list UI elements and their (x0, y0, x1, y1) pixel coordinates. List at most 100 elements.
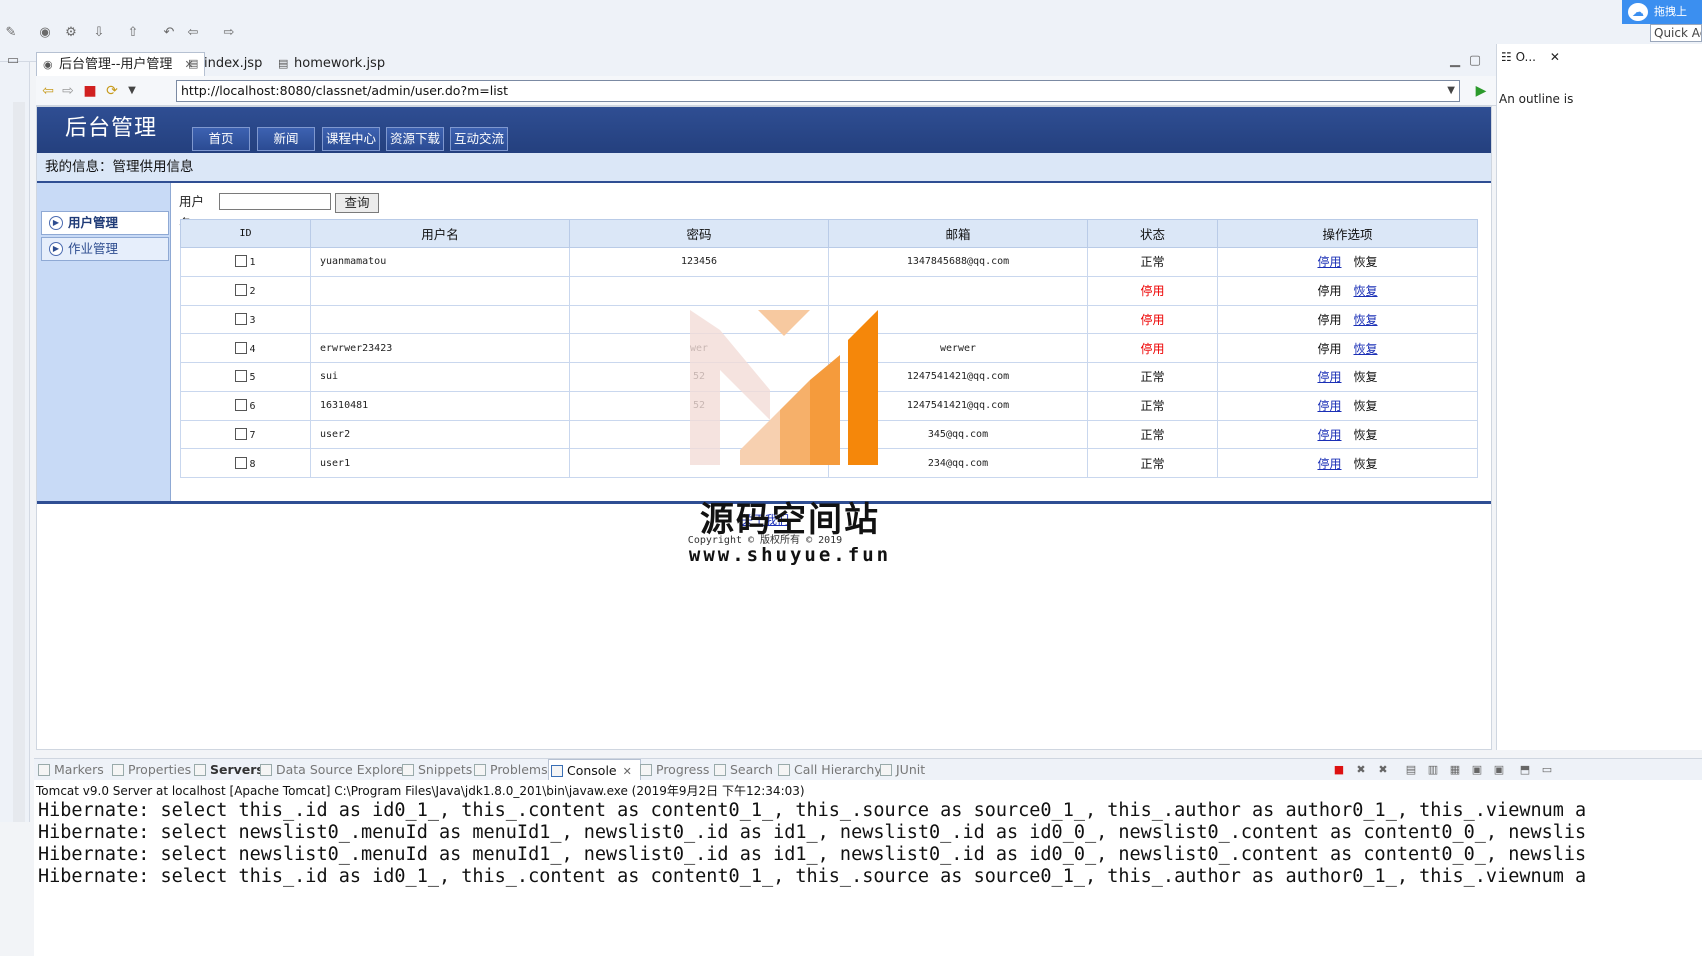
status-badge: 正常 (1140, 255, 1165, 270)
show-on-error-icon[interactable]: ▣ (1492, 763, 1506, 777)
cell-username: sui (310, 362, 570, 392)
cell-username: user2 (310, 419, 570, 450)
outline-tab[interactable]: ☷ O... ✕ (1501, 50, 1560, 64)
remove-launch-icon[interactable]: ✖ (1354, 763, 1368, 777)
prev-annotation-icon[interactable]: ⇧ (124, 24, 142, 42)
watermark-logo-icon (690, 310, 878, 465)
tab-index-jsp[interactable]: ▤ index.jsp (182, 52, 272, 76)
tab-servers[interactable]: Servers (192, 759, 264, 781)
outline-panel: ☷ O... ✕ An outline is (1496, 44, 1702, 750)
col-actions: 操作选项 (1217, 219, 1478, 248)
row-checkbox[interactable] (235, 255, 248, 268)
nav-home[interactable]: 首页 (192, 127, 250, 151)
row-checkbox[interactable] (235, 312, 248, 325)
tab-problems[interactable]: Problems (472, 759, 548, 781)
cell-id: 7 (249, 429, 256, 441)
row-checkbox[interactable] (235, 284, 248, 297)
go-icon[interactable]: ▶ (1472, 82, 1490, 100)
restore-link[interactable]: 恢复 (1354, 313, 1378, 327)
console-log-line: Hibernate: select newslist0_.menuId as m… (38, 844, 1587, 865)
close-icon[interactable]: ✕ (1550, 50, 1560, 64)
chevron-down-icon[interactable]: ▼ (1447, 81, 1455, 101)
watermark-url: www.shuyue.fun (688, 544, 892, 566)
row-checkbox[interactable] (235, 427, 248, 440)
row-checkbox[interactable] (235, 370, 248, 383)
row-checkbox[interactable] (235, 456, 248, 469)
debug-icon[interactable]: ✎ (2, 24, 20, 42)
nav-downloads[interactable]: 资源下载 (386, 127, 444, 151)
close-icon[interactable]: ✕ (623, 765, 632, 778)
disable-link[interactable]: 停用 (1317, 457, 1341, 471)
disable-link[interactable]: 停用 (1317, 428, 1341, 442)
restore-text: 恢复 (1353, 370, 1378, 385)
nav-interaction[interactable]: 互动交流 (450, 127, 508, 151)
row-checkbox[interactable] (235, 399, 248, 412)
tab-junit[interactable]: JUnit (878, 759, 925, 781)
col-password: 密码 (569, 219, 829, 248)
restore-link[interactable]: 恢复 (1354, 284, 1378, 298)
left-trim-bar: ▭ (0, 53, 30, 822)
disable-link[interactable]: 停用 (1317, 399, 1341, 413)
back-icon[interactable]: ⇦ (184, 24, 202, 42)
terminate-icon[interactable]: ■ (1332, 763, 1346, 777)
cell-username (310, 275, 570, 306)
run-ant-icon[interactable]: ⚙ (62, 24, 80, 42)
show-on-output-icon[interactable]: ▣ (1470, 763, 1484, 777)
tab-call-hierarchy[interactable]: Call Hierarchy (776, 759, 882, 781)
tab-search[interactable]: Search (712, 759, 773, 781)
pin-console-icon[interactable]: ⬒ (1518, 763, 1532, 777)
username-search-input[interactable] (219, 193, 331, 210)
search-button[interactable]: 查询 (335, 193, 379, 213)
sidebar-item-users[interactable]: ▶ 用户管理 (41, 211, 169, 235)
disable-link[interactable]: 停用 (1317, 370, 1341, 384)
scroll-lock-icon[interactable]: ▥ (1426, 763, 1440, 777)
tab-markers[interactable]: Markers (36, 759, 104, 781)
remove-all-icon[interactable]: ✖ (1376, 763, 1390, 777)
forward-icon[interactable]: ⇨ (220, 24, 238, 42)
quick-access-input[interactable]: Quick Ac (1650, 24, 1702, 42)
tab-label: homework.jsp (294, 56, 386, 71)
row-checkbox[interactable] (235, 341, 248, 354)
tab-properties[interactable]: Properties (110, 759, 191, 781)
tab-data-source-explorer[interactable]: Data Source Explorer (258, 759, 409, 781)
cloud-upload-button[interactable]: ☁ 拖拽上 (1622, 0, 1702, 24)
restore-icon[interactable]: ▭ (4, 52, 22, 70)
tab-console[interactable]: Console ✕ (548, 759, 641, 781)
nav-courses[interactable]: 课程中心 (322, 127, 380, 151)
refresh-icon[interactable]: ⟳ (104, 83, 120, 99)
console-output[interactable]: Tomcat v9.0 Server at localhost [Apache … (34, 780, 1702, 956)
forward-icon[interactable]: ⇨ (60, 83, 76, 99)
back-icon[interactable]: ⇦ (40, 83, 56, 99)
word-wrap-icon[interactable]: ▦ (1448, 763, 1462, 777)
browser-icon: ◉ (43, 58, 53, 71)
maximize-icon[interactable]: ▢ (1466, 52, 1484, 70)
sidebar-item-homework[interactable]: ▶ 作业管理 (41, 237, 169, 261)
tab-homework-jsp[interactable]: ▤ homework.jsp (272, 52, 395, 76)
nav-news[interactable]: 新闻 (257, 127, 315, 151)
status-badge: 正常 (1140, 427, 1165, 442)
clear-console-icon[interactable]: ▤ (1404, 763, 1418, 777)
disable-link[interactable]: 停用 (1317, 255, 1341, 269)
col-id: ID (180, 219, 311, 248)
open-console-icon[interactable]: ▭ (1540, 763, 1554, 777)
outline-icon: ☷ (1501, 50, 1516, 64)
browser-toolbar: ⇦ ⇨ ■ ⟳ ▼ http://localhost:8080/classnet… (36, 76, 1618, 106)
tab-snippets[interactable]: Snippets (400, 759, 472, 781)
vertical-scrollbar[interactable] (13, 102, 25, 822)
tab-label: Problems (490, 762, 548, 777)
globe-icon[interactable]: ◉ (36, 24, 54, 42)
minimize-icon[interactable]: ▁ (1446, 52, 1464, 70)
tab-progress[interactable]: Progress (638, 759, 709, 781)
stop-icon[interactable]: ■ (82, 83, 98, 99)
status-badge: 正常 (1140, 399, 1165, 414)
url-input[interactable]: http://localhost:8080/classnet/admin/use… (176, 80, 1460, 102)
next-annotation-icon[interactable]: ⇩ (90, 24, 108, 42)
last-edit-icon[interactable]: ↶ (160, 24, 178, 42)
progress-icon (640, 764, 652, 776)
sidebar-item-label: 作业管理 (68, 241, 119, 256)
cell-username (310, 304, 570, 335)
tab-user-management[interactable]: ◉ 后台管理--用户管理 ✕ (36, 52, 205, 76)
chevron-down-icon[interactable]: ▼ (124, 83, 140, 99)
restore-link[interactable]: 恢复 (1354, 342, 1378, 356)
database-icon (260, 764, 272, 776)
